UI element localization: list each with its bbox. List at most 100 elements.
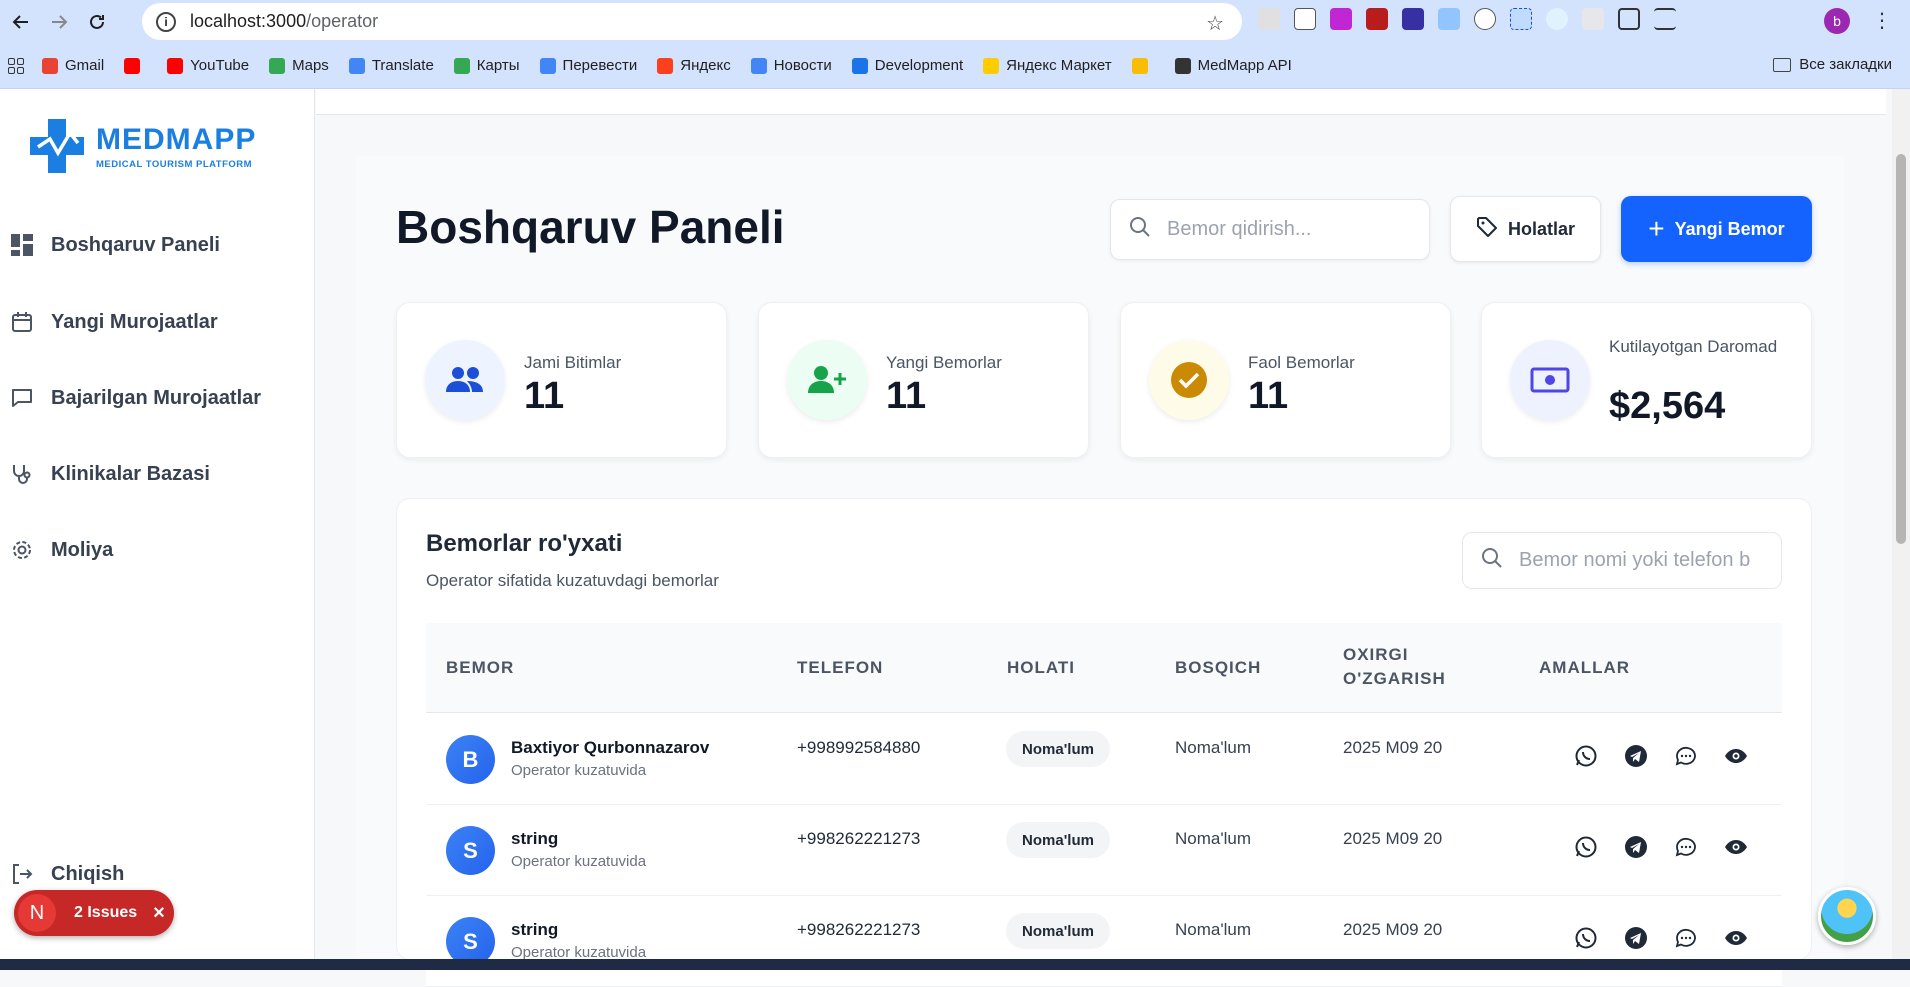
media-icon[interactable] (1654, 8, 1676, 30)
logout-button[interactable]: Chiqish (10, 862, 124, 886)
patient-name[interactable]: string (511, 920, 558, 940)
logo[interactable]: MEDMAPP MEDICAL TOURISM PLATFORM (28, 117, 256, 175)
message-icon[interactable] (1674, 835, 1698, 859)
apps-icon[interactable] (8, 57, 24, 74)
sidebar-item-dashboard[interactable]: Boshqaruv Paneli (10, 233, 220, 257)
sidebar-item-new-requests[interactable]: Yangi Murojaatlar (10, 310, 218, 334)
view-icon[interactable] (1724, 926, 1748, 950)
bookmark-label: Translate (371, 57, 434, 74)
bookmark-item[interactable]: Новости (750, 57, 832, 74)
patient-phone: +998992584880 (797, 738, 921, 757)
bookmark-item[interactable] (1131, 57, 1155, 74)
column-header: TELEFON (797, 658, 884, 677)
sidebar-item-label: Boshqaruv Paneli (51, 233, 220, 256)
stat-card-total-deals: Jami Bitimlar 11 (396, 302, 727, 458)
table-row[interactable]: Sstring Operator kuzatuvida +998262221273 N… (426, 805, 1782, 896)
notes-extension-icon[interactable] (1294, 8, 1316, 30)
scrollbar-thumb[interactable] (1896, 154, 1906, 544)
bookmark-star-icon[interactable]: ☆ (1206, 11, 1224, 36)
table-row[interactable]: B Baxtiyor Qurbonnazarov Operator kuzatuvi… (426, 714, 1782, 805)
chat-extension-icon[interactable] (1330, 8, 1352, 30)
bookmark-label: Яндекс Маркет (1006, 57, 1112, 74)
last-change-date: 2025 M09 20 (1343, 920, 1443, 939)
column-header: BEMOR (446, 658, 515, 677)
bookmark-favicon-icon (539, 57, 556, 74)
bookmark-item[interactable]: Development (851, 57, 964, 74)
patient-subtitle: Operator kuzatuvida (511, 762, 647, 779)
view-icon[interactable] (1724, 835, 1748, 859)
issues-label: 2 Issues (74, 904, 138, 921)
message-icon[interactable] (1674, 926, 1698, 950)
react-extension-icon[interactable] (1546, 8, 1568, 30)
top-bar (316, 89, 1886, 115)
all-bookmarks[interactable]: Все закладки (1773, 56, 1892, 73)
sidebar-item-completed-requests[interactable]: Bajarilgan Murojaatlar (10, 386, 261, 410)
message-icon[interactable] (1674, 744, 1698, 768)
column-header: HOLATI (1007, 658, 1076, 677)
code-extension-icon[interactable] (1474, 8, 1496, 30)
sidebar-item-finance[interactable]: Moliya (10, 538, 113, 562)
bookmark-item[interactable]: Gmail (42, 57, 104, 74)
assistant-fab-icon[interactable] (1818, 887, 1876, 945)
page-title: Boshqaruv Paneli (396, 201, 785, 253)
forward-icon[interactable] (42, 5, 76, 39)
whatsapp-icon[interactable] (1574, 835, 1598, 859)
bookmark-label: Перевести (562, 57, 638, 74)
bookmark-favicon-icon (983, 57, 1000, 74)
chat-icon (10, 386, 34, 410)
bookmark-label: Development (874, 57, 964, 74)
calendar-icon (10, 310, 34, 334)
bookmark-item[interactable]: Перевести (539, 57, 638, 74)
bookmark-item[interactable]: Карты (453, 57, 520, 74)
eyedropper-extension-icon[interactable] (1258, 8, 1280, 30)
status-button[interactable]: Holatlar (1450, 196, 1601, 262)
address-bar[interactable]: i localhost:3000/operator ☆ (142, 3, 1242, 40)
status-badge: Noma'lum (1006, 822, 1110, 858)
calendar-extension-icon[interactable] (1366, 8, 1388, 30)
whatsapp-icon[interactable] (1574, 926, 1598, 950)
menu-dots-icon[interactable]: ⋮ (1872, 8, 1892, 33)
telegram-icon[interactable] (1624, 835, 1648, 859)
status-badge: Noma'lum (1006, 731, 1110, 767)
profile-avatar[interactable]: b (1824, 8, 1850, 34)
patient-name[interactable]: string (511, 829, 558, 849)
column-header: AMALLAR (1539, 658, 1631, 677)
bookmark-item[interactable]: Яндекс Маркет (983, 57, 1112, 74)
fd-extension-icon[interactable] (1510, 8, 1532, 30)
telegram-icon[interactable] (1624, 926, 1648, 950)
issues-badge[interactable]: N 2 Issues × (14, 890, 174, 936)
school-extension-icon[interactable] (1402, 8, 1424, 30)
bookmarks-bar: Gmail YouTube Maps Translate Карты Перевести Я… (0, 43, 1910, 89)
close-icon[interactable]: × (153, 902, 165, 925)
patient-stage: Noma'lum (1175, 829, 1251, 848)
bookmark-item[interactable]: YouTube (167, 57, 249, 74)
bookmark-favicon-icon (42, 57, 58, 74)
whatsapp-icon[interactable] (1574, 744, 1598, 768)
sidebar-item-clinics[interactable]: Klinikalar Bazasi (10, 462, 210, 486)
bookmark-item[interactable] (124, 57, 147, 74)
search-input[interactable]: Bemor qidirish... (1110, 199, 1430, 260)
bookmark-item[interactable]: Яндекс (657, 57, 731, 74)
view-icon[interactable] (1724, 744, 1748, 768)
sidebar-item-label: Klinikalar Bazasi (51, 462, 210, 485)
logo-subtitle: MEDICAL TOURISM PLATFORM (96, 158, 253, 170)
clipboard-extension-icon[interactable] (1438, 8, 1460, 30)
patient-name[interactable]: Baxtiyor Qurbonnazarov (511, 738, 709, 758)
telegram-icon[interactable] (1624, 744, 1648, 768)
reload-icon[interactable] (80, 5, 114, 39)
all-bookmarks-label: Все закладки (1799, 56, 1892, 73)
new-patient-button[interactable]: + Yangi Bemor (1621, 196, 1812, 262)
shield-extension-icon[interactable] (1582, 8, 1604, 30)
back-icon[interactable] (4, 5, 38, 39)
puzzle-extension-icon[interactable] (1618, 8, 1640, 30)
table-row[interactable]: Sstring Operator kuzatuvida +998262221273 N… (426, 896, 1782, 987)
site-info-icon[interactable]: i (156, 11, 176, 32)
user-plus-icon (787, 340, 867, 420)
stat-label: Jami Bitimlar (524, 353, 622, 372)
bookmark-item[interactable]: MedMapp API (1174, 57, 1292, 74)
bookmark-item[interactable]: Maps (269, 57, 329, 74)
bookmark-item[interactable]: Translate (348, 57, 434, 74)
patient-search-input[interactable]: Bemor nomi yoki telefon b (1462, 532, 1782, 589)
sidebar: MEDMAPP MEDICAL TOURISM PLATFORM Boshqar… (0, 89, 315, 959)
money-icon (1510, 340, 1590, 420)
